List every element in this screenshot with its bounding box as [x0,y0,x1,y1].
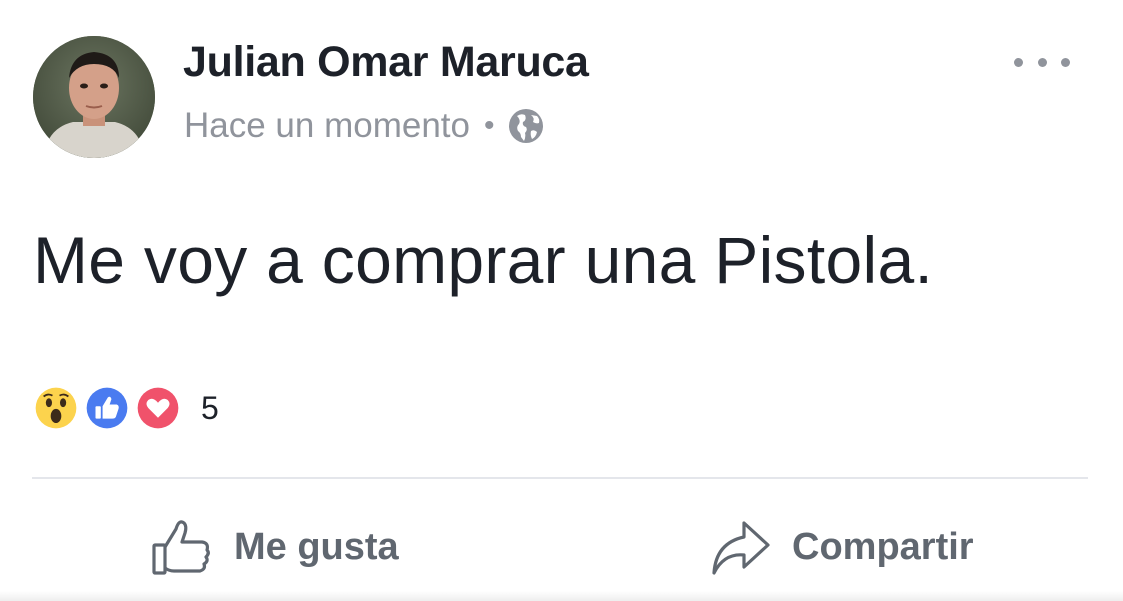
bottom-edge [0,591,1123,601]
reaction-icons [30,382,185,434]
post-text: Me voy a comprar una Pistola. [33,223,934,297]
share-arrow-icon [712,521,770,575]
like-reaction-icon [81,382,133,434]
facebook-post: Julian Omar Maruca Hace un momento • Me … [0,0,1123,601]
wow-reaction-icon [30,382,82,434]
reactions-summary[interactable]: 5 [30,382,219,434]
avatar[interactable] [33,36,155,158]
divider [32,477,1088,479]
post-meta: Hace un momento • [184,106,545,146]
share-button[interactable]: Compartir [708,515,974,579]
timestamp[interactable]: Hace un momento [184,106,470,146]
like-button[interactable]: Me gusta [150,515,399,579]
share-label: Compartir [792,525,974,568]
reaction-count: 5 [201,389,219,426]
thumbs-up-icon [152,520,210,575]
love-reaction-icon [132,382,184,434]
more-options-icon[interactable] [1014,52,1070,72]
author-name[interactable]: Julian Omar Maruca [183,38,589,87]
meta-separator: • [483,109,495,142]
like-label: Me gusta [234,525,399,568]
globe-icon [507,107,545,145]
